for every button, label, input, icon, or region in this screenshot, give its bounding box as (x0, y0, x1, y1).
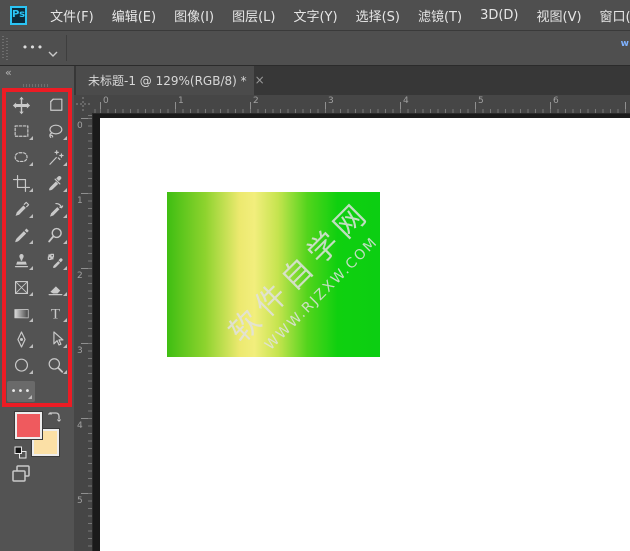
brush-tool[interactable] (6, 223, 36, 247)
vertical-ruler-ticks (74, 113, 92, 551)
v-ruler-number-4: 4 (77, 421, 83, 431)
edit-toolbar-button[interactable]: ••• (7, 381, 35, 402)
magic-wand-tool[interactable] (40, 145, 70, 169)
frame-tool[interactable] (6, 275, 36, 299)
h-ruler-number-3: 3 (328, 96, 334, 106)
document-tab-title: 未标题-1 @ 129%(RGB/8) * (76, 72, 247, 89)
artboard-tool[interactable] (40, 93, 70, 117)
object-selection-tool[interactable] (6, 145, 36, 169)
move-tool[interactable] (6, 93, 36, 117)
document-canvas[interactable]: 软件自学网 WWW.RJZXW.COM (100, 118, 630, 551)
ellipse-tool[interactable] (6, 353, 36, 377)
workspace-icon[interactable]: w (621, 39, 629, 49)
pen-tool[interactable] (6, 327, 36, 351)
foreground-color-swatch[interactable] (15, 412, 42, 439)
v-ruler-number-3: 3 (77, 346, 83, 356)
swap-colors-icon[interactable] (47, 409, 61, 428)
ruler-origin-corner[interactable] (74, 95, 93, 114)
menu-item-1[interactable]: 编辑(E) (103, 0, 165, 30)
clone-stamp-tool[interactable] (6, 249, 36, 273)
dodge-tool[interactable] (40, 223, 70, 247)
tools-panel-grip[interactable] (23, 84, 49, 87)
close-icon[interactable]: × (255, 73, 265, 87)
photoshop-logo: Ps (10, 6, 27, 25)
menu-item-9[interactable]: 窗口(W) (591, 0, 630, 30)
history-brush-tool[interactable] (40, 197, 70, 221)
svg-text:T: T (50, 306, 59, 322)
options-bar: ••• w (0, 31, 630, 66)
chevron-down-icon[interactable] (48, 43, 58, 62)
screen-mode-icon[interactable] (10, 463, 32, 489)
collapse-panel-button[interactable]: « (5, 66, 11, 79)
v-ruler-number-0: 0 (77, 121, 83, 131)
options-grip-handle[interactable] (2, 36, 9, 60)
document-tab-bar: 未标题-1 @ 129%(RGB/8) * × (74, 65, 630, 95)
menu-item-8[interactable]: 视图(V) (528, 0, 591, 30)
zoom-tool[interactable] (40, 353, 70, 377)
tools-grid: T ••• (4, 92, 72, 404)
menu-item-5[interactable]: 选择(S) (347, 0, 409, 30)
menu-item-4[interactable]: 文字(Y) (284, 0, 346, 30)
tool-preset-ellipsis-button[interactable]: ••• (20, 38, 46, 57)
menu-bar: Ps 文件(F)编辑(E)图像(I)图层(L)文字(Y)选择(S)滤镜(T)3D… (0, 0, 630, 31)
h-ruler-number-1: 1 (178, 96, 184, 106)
horizontal-ruler-ticks (92, 95, 630, 113)
menu-item-7[interactable]: 3D(D) (471, 0, 527, 30)
h-ruler-number-6: 6 (553, 96, 559, 106)
lasso-tool[interactable] (40, 119, 70, 143)
document-area: 未标题-1 @ 129%(RGB/8) * × 0 1 2 3 4 5 6 0 1 2 3 4 5 软… (74, 65, 630, 551)
crop-tool[interactable] (6, 171, 36, 195)
v-ruler-number-2: 2 (77, 271, 83, 281)
menu-item-2[interactable]: 图像(I) (165, 0, 223, 30)
h-ruler-number-4: 4 (403, 96, 409, 106)
color-sampler-tool[interactable] (40, 249, 70, 273)
h-ruler-number-2: 2 (253, 96, 259, 106)
tools-panel: « T ••• (0, 65, 74, 551)
gradient-filled-rectangle[interactable] (167, 192, 380, 357)
options-separator (66, 35, 67, 61)
photoshop-window: Ps 文件(F)编辑(E)图像(I)图层(L)文字(Y)选择(S)滤镜(T)3D… (0, 0, 630, 551)
menu-item-3[interactable]: 图层(L) (223, 0, 284, 30)
horizontal-ruler[interactable]: 0 1 2 3 4 5 6 (92, 95, 630, 114)
h-ruler-number-5: 5 (478, 96, 484, 106)
default-colors-icon[interactable] (14, 444, 27, 463)
menu-items: 文件(F)编辑(E)图像(I)图层(L)文字(Y)选择(S)滤镜(T)3D(D)… (41, 0, 630, 30)
gradient-tool[interactable] (6, 301, 36, 325)
type-tool[interactable]: T (40, 301, 70, 325)
v-ruler-number-1: 1 (77, 196, 83, 206)
eraser-tool[interactable] (40, 275, 70, 299)
eyedropper-tool[interactable] (40, 171, 70, 195)
menu-item-0[interactable]: 文件(F) (41, 0, 103, 30)
spot-healing-brush-tool[interactable] (6, 197, 36, 221)
document-tab[interactable]: 未标题-1 @ 129%(RGB/8) * × (76, 65, 254, 95)
rect-marquee-tool[interactable] (6, 119, 36, 143)
menu-item-6[interactable]: 滤镜(T) (409, 0, 471, 30)
v-ruler-number-5: 5 (77, 496, 83, 506)
direct-selection-tool[interactable] (40, 327, 70, 351)
vertical-ruler[interactable]: 0 1 2 3 4 5 (74, 113, 93, 551)
h-ruler-number-0: 0 (103, 96, 109, 106)
